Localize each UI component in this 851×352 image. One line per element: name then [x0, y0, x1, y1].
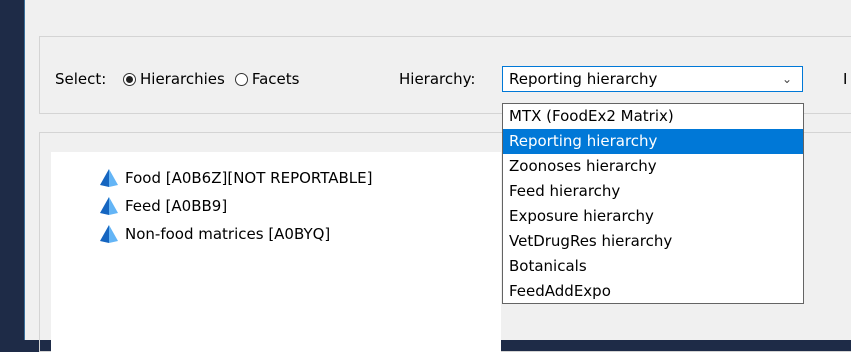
clipped-label: I [843, 70, 848, 88]
view-mode-radio-group: Hierarchies Facets [123, 68, 309, 90]
dropdown-option[interactable]: Exposure hierarchy [503, 204, 803, 229]
radio-selected-icon[interactable] [123, 72, 136, 86]
pyramid-icon [100, 225, 118, 243]
hierarchies-radio[interactable]: Hierarchies [123, 68, 225, 90]
hierarchies-radio-label: Hierarchies [140, 70, 225, 88]
chevron-down-icon[interactable]: ⌄ [782, 67, 792, 91]
dropdown-option[interactable]: VetDrugRes hierarchy [503, 229, 803, 254]
dropdown-option[interactable]: Feed hierarchy [503, 179, 803, 204]
dropdown-option[interactable]: FeedAddExpo [503, 279, 803, 304]
radio-unselected-icon[interactable] [234, 72, 248, 86]
pyramid-icon [100, 169, 118, 187]
dropdown-option[interactable]: Botanicals [503, 254, 803, 279]
pyramid-icon [100, 197, 118, 215]
tree-item-non-food[interactable]: Non-food matrices [A0BYQ] [99, 222, 330, 246]
hierarchy-tree[interactable]: Food [A0B6Z][NOT REPORTABLE] Feed [A0BB9… [51, 152, 501, 352]
hierarchy-select[interactable]: Reporting hierarchy ⌄ [502, 66, 803, 92]
tree-item-feed[interactable]: Feed [A0BB9] [99, 194, 227, 218]
desktop-background [0, 0, 24, 340]
hierarchy-select-value: Reporting hierarchy [509, 70, 658, 88]
tree-item-label: Non-food matrices [A0BYQ] [125, 225, 331, 243]
hierarchy-label: Hierarchy: [399, 70, 476, 88]
dropdown-option-selected[interactable]: Reporting hierarchy [503, 129, 803, 154]
select-label: Select: [55, 70, 107, 88]
facets-radio[interactable]: Facets [234, 68, 300, 90]
hierarchy-dropdown-list[interactable]: MTX (FoodEx2 Matrix) Reporting hierarchy… [502, 103, 804, 304]
dropdown-option[interactable]: Zoonoses hierarchy [503, 154, 803, 179]
dropdown-option[interactable]: MTX (FoodEx2 Matrix) [503, 104, 803, 129]
tree-item-food[interactable]: Food [A0B6Z][NOT REPORTABLE] [99, 166, 373, 190]
facets-radio-label: Facets [251, 70, 300, 88]
browser-window: Select: Hierarchies Facets Hierarchy: Re… [24, 0, 851, 352]
tree-item-label: Food [A0B6Z][NOT REPORTABLE] [125, 169, 373, 187]
tree-item-label: Feed [A0BB9] [125, 197, 228, 215]
